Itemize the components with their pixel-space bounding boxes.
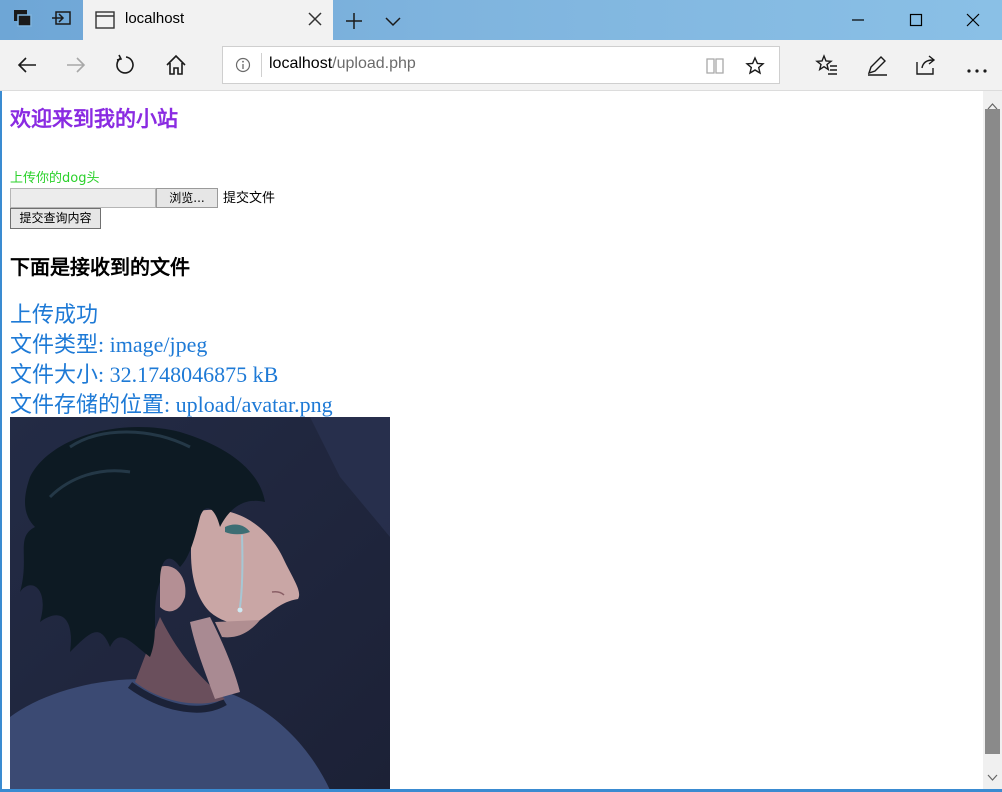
maximize-button[interactable] xyxy=(887,0,945,40)
navigation-toolbar: localhost/upload.php xyxy=(0,40,1002,91)
new-tab-icon[interactable] xyxy=(344,11,364,35)
address-path: /upload.php xyxy=(332,55,416,72)
file-path-input[interactable] xyxy=(10,188,156,208)
close-tab-icon[interactable] xyxy=(307,11,323,31)
address-bar[interactable]: localhost/upload.php xyxy=(222,46,780,84)
vertical-scrollbar[interactable] xyxy=(983,91,1002,790)
refresh-icon[interactable] xyxy=(114,53,140,79)
set-tabs-aside-icon[interactable] xyxy=(50,8,74,32)
forward-arrow-icon[interactable] xyxy=(64,53,90,79)
back-arrow-icon[interactable] xyxy=(15,53,41,79)
upload-label: 上传你的dog头 xyxy=(10,171,100,186)
submit-query-button[interactable]: 提交查询内容 xyxy=(10,208,101,229)
browse-button[interactable]: 浏览... xyxy=(156,188,218,208)
file-location: 文件存储的位置: upload/avatar.png xyxy=(10,392,333,417)
minimize-button[interactable] xyxy=(829,0,887,40)
file-size: 文件大小: 32.1748046875 kB xyxy=(10,362,279,387)
welcome-heading: 欢迎来到我的小站 xyxy=(10,107,178,131)
file-type: 文件类型: image/jpeg xyxy=(10,332,208,357)
uploaded-avatar-image xyxy=(10,417,390,790)
close-window-button[interactable] xyxy=(944,0,1002,40)
page-viewport: 欢迎来到我的小站 上传你的dog头 浏览... 提交文件 提交查询内容 下面是接… xyxy=(0,91,983,790)
tab-title: localhost xyxy=(125,10,185,27)
site-info-icon[interactable] xyxy=(235,57,251,77)
share-icon[interactable] xyxy=(914,53,940,79)
web-note-pen-icon[interactable] xyxy=(865,53,891,79)
received-heading: 下面是接收到的文件 xyxy=(10,255,190,279)
submit-file-label: 提交文件 xyxy=(223,191,276,206)
address-host: localhost xyxy=(269,55,333,72)
scroll-down-icon[interactable] xyxy=(987,767,998,786)
upload-status: 上传成功 xyxy=(10,302,99,327)
favorite-star-icon[interactable] xyxy=(745,56,765,80)
title-bar: localhost xyxy=(0,0,1002,40)
reading-view-icon[interactable] xyxy=(705,57,725,79)
tab-preview-chevron-icon[interactable] xyxy=(384,13,402,32)
home-icon[interactable] xyxy=(164,53,190,79)
address-url[interactable]: localhost/upload.php xyxy=(269,55,416,73)
scrollbar-thumb[interactable] xyxy=(985,109,1000,754)
more-options-icon[interactable] xyxy=(966,59,992,85)
address-divider xyxy=(261,53,262,77)
tab-localhost[interactable]: localhost xyxy=(83,0,333,40)
browser-page-icon xyxy=(95,11,115,33)
tab-actions-icon[interactable] xyxy=(12,8,36,32)
favorites-hub-icon[interactable] xyxy=(815,53,841,79)
